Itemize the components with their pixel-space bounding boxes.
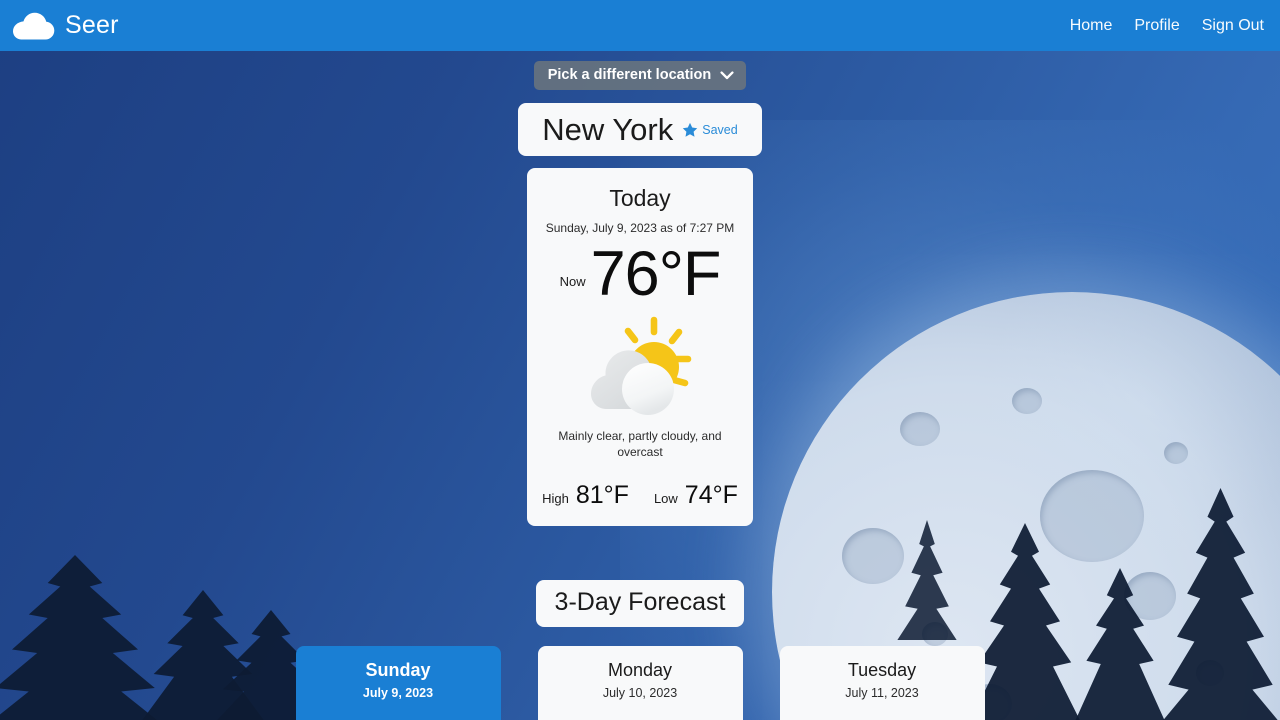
- today-title: Today: [609, 185, 671, 211]
- forecast-day-date: July 10, 2023: [602, 686, 678, 701]
- star-icon: [683, 122, 698, 137]
- nav-links: Home Profile Sign Out: [1070, 17, 1264, 35]
- forecast-row: Sunday July 9, 2023 Monday July 10, 2023…: [295, 646, 985, 720]
- high-temperature: 81°F: [575, 481, 629, 510]
- navbar: Seer Home Profile Sign Out: [0, 0, 1280, 51]
- forecast-card-sunday[interactable]: Sunday July 9, 2023: [295, 646, 501, 720]
- saved-label: Saved: [702, 122, 738, 137]
- forecast-card-tuesday[interactable]: Tuesday July 11, 2023: [779, 646, 985, 720]
- low-temperature: 74°F: [684, 481, 738, 510]
- high-label: High: [542, 491, 569, 507]
- forecast-day-name: Monday: [607, 660, 673, 681]
- current-temperature-row: Now 76°F: [559, 239, 722, 309]
- brand-name: Seer: [65, 11, 119, 39]
- forecast-day-name: Tuesday: [847, 660, 917, 681]
- forecast-day-date: July 11, 2023: [845, 686, 919, 701]
- cloud-icon: [13, 12, 55, 39]
- pick-location-button[interactable]: Pick a different location: [533, 61, 747, 90]
- today-card: Today Sunday, July 9, 2023 as of 7:27 PM…: [527, 168, 753, 527]
- today-timestamp: Sunday, July 9, 2023 as of 7:27 PM: [545, 221, 735, 235]
- forecast-card-monday[interactable]: Monday July 10, 2023: [537, 646, 743, 720]
- weather-description: Mainly clear, partly cloudy, and overcas…: [558, 429, 722, 460]
- brand-logo-link[interactable]: Seer: [10, 11, 119, 41]
- nav-link-home[interactable]: Home: [1070, 17, 1113, 35]
- nav-link-profile[interactable]: Profile: [1134, 17, 1179, 35]
- low-label: Low: [653, 491, 678, 507]
- forecast-day-name: Sunday: [365, 660, 431, 681]
- city-name: New York: [542, 111, 674, 147]
- now-temperature: 76°F: [590, 239, 722, 309]
- forecast-day-date: July 9, 2023: [362, 686, 434, 701]
- chevron-down-icon: [720, 70, 734, 79]
- sun-behind-cloud-icon: [591, 316, 692, 416]
- weather-app: Seer Home Profile Sign Out Pick a differ…: [0, 0, 1280, 720]
- nav-link-sign-out[interactable]: Sign Out: [1202, 17, 1264, 35]
- location-card: New York Saved: [518, 103, 762, 156]
- forecast-title: 3-Day Forecast: [535, 580, 745, 628]
- main-content: Pick a different location New York Saved…: [0, 51, 1280, 720]
- now-label: Now: [559, 273, 586, 289]
- high-low-row: High 81°F Low 74°F: [542, 481, 738, 510]
- pick-location-label: Pick a different location: [547, 67, 712, 83]
- saved-badge[interactable]: Saved: [682, 122, 738, 138]
